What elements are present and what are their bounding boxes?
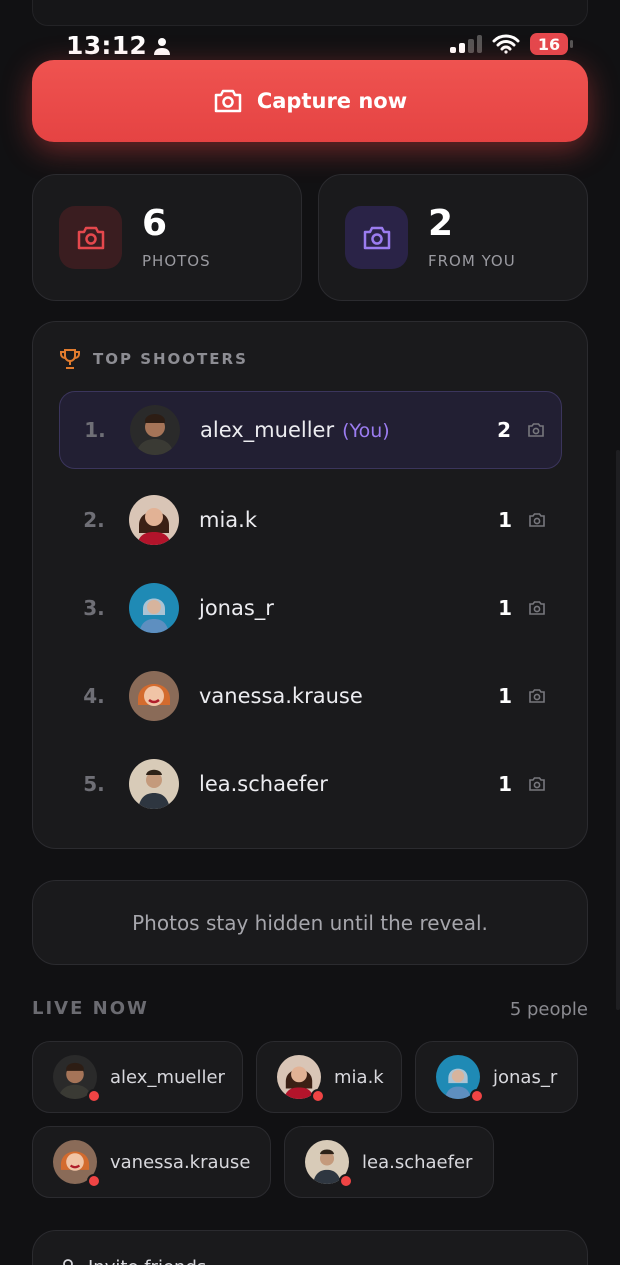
shooter-rank: 5. bbox=[83, 772, 105, 796]
from-you-stat-card: 2 FROM YOU bbox=[318, 174, 588, 301]
shooter-rank: 1. bbox=[84, 418, 106, 442]
shooter-row-vanessa-krause[interactable]: 4. vanessa.krause 1 bbox=[59, 657, 562, 735]
avatar bbox=[277, 1055, 325, 1103]
live-chip-name: vanessa.krause bbox=[110, 1151, 251, 1173]
live-chip-lea-schaefer[interactable]: lea.schaefer bbox=[284, 1126, 494, 1198]
shooter-row-jonas-r[interactable]: 3. jonas_r 1 bbox=[59, 569, 562, 647]
avatar bbox=[436, 1055, 484, 1103]
live-dot bbox=[87, 1174, 101, 1188]
avatar bbox=[53, 1055, 101, 1103]
camera-icon bbox=[527, 422, 545, 438]
avatar bbox=[129, 583, 179, 633]
photos-icon-tile bbox=[59, 206, 122, 269]
trophy-icon bbox=[60, 349, 80, 369]
live-dot bbox=[87, 1089, 101, 1103]
camera-icon bbox=[528, 776, 546, 792]
camera-icon bbox=[77, 226, 104, 249]
live-chip-jonas-r[interactable]: jonas_r bbox=[415, 1041, 578, 1113]
shooter-row-mia-k[interactable]: 2. mia.k 1 bbox=[59, 481, 562, 559]
avatar bbox=[129, 495, 179, 545]
shooter-row-lea-schaefer[interactable]: 5. lea.schaefer 1 bbox=[59, 745, 562, 823]
shooter-count: 1 bbox=[498, 508, 512, 532]
camera-icon bbox=[214, 89, 242, 113]
you-tag: (You) bbox=[342, 420, 390, 442]
signal-icon bbox=[450, 35, 482, 53]
shooter-name: lea.schaefer bbox=[199, 772, 328, 796]
shooter-name: jonas_r bbox=[199, 596, 274, 620]
status-time-label: 13:12 bbox=[66, 31, 148, 60]
live-now-count: 5 people bbox=[509, 999, 588, 1020]
live-chip-name: jonas_r bbox=[493, 1066, 558, 1088]
wifi-icon bbox=[492, 34, 520, 54]
avatar bbox=[130, 405, 180, 455]
shooter-name: alex_mueller bbox=[200, 418, 335, 442]
avatar bbox=[129, 759, 179, 809]
live-dot bbox=[470, 1089, 484, 1103]
avatar bbox=[305, 1140, 353, 1188]
photos-stat-card: 6 PHOTOS bbox=[32, 174, 302, 301]
battery-indicator: 16 bbox=[530, 33, 573, 55]
scrollbar[interactable] bbox=[616, 450, 620, 1010]
shooter-count: 1 bbox=[498, 772, 512, 796]
camera-icon bbox=[528, 688, 546, 704]
status-time: 13:12 bbox=[66, 31, 171, 60]
invite-friends-label: Invite friends bbox=[88, 1257, 206, 1265]
camera-icon bbox=[363, 226, 390, 249]
status-icons: 16 bbox=[450, 33, 573, 55]
camera-icon bbox=[528, 600, 546, 616]
shooter-row-alex-mueller[interactable]: 1. alex_mueller (You) 2 bbox=[59, 391, 562, 469]
live-chip-mia-k[interactable]: mia.k bbox=[256, 1041, 402, 1113]
live-chip-vanessa-krause[interactable]: vanessa.krause bbox=[32, 1126, 271, 1198]
from-you-count: 2 bbox=[428, 202, 454, 244]
reveal-note: Photos stay hidden until the reveal. bbox=[32, 880, 588, 965]
person-icon bbox=[154, 37, 171, 55]
battery-level: 16 bbox=[537, 34, 561, 54]
live-chip-name: lea.schaefer bbox=[362, 1151, 473, 1173]
top-shooters-header: TOP SHOOTERS bbox=[59, 348, 248, 370]
previous-card-edge bbox=[32, 0, 588, 26]
photos-label: PHOTOS bbox=[142, 251, 211, 270]
live-dot bbox=[311, 1089, 325, 1103]
shooter-rank: 2. bbox=[83, 508, 105, 532]
top-shooters-card: TOP SHOOTERS 1. alex_mueller (You) 2 2. m… bbox=[32, 321, 588, 849]
from-you-label: FROM YOU bbox=[428, 251, 516, 270]
shooter-rank: 3. bbox=[83, 596, 105, 620]
live-chip-alex-mueller[interactable]: alex_mueller bbox=[32, 1041, 243, 1113]
shooter-count: 1 bbox=[498, 596, 512, 620]
live-chip-name: alex_mueller bbox=[110, 1066, 225, 1088]
avatar bbox=[53, 1140, 101, 1188]
avatar bbox=[129, 671, 179, 721]
capture-now-button[interactable]: Capture now bbox=[32, 60, 588, 142]
shooter-rank: 4. bbox=[83, 684, 105, 708]
photos-count: 6 bbox=[142, 202, 168, 244]
shooter-name: mia.k bbox=[199, 508, 257, 532]
shooter-count: 1 bbox=[498, 684, 512, 708]
invite-friends-row[interactable]: Invite friends bbox=[60, 1257, 206, 1265]
person-add-icon bbox=[63, 1258, 73, 1265]
shooter-count: 2 bbox=[497, 418, 511, 442]
top-shooters-title: TOP SHOOTERS bbox=[93, 350, 248, 368]
live-dot bbox=[339, 1174, 353, 1188]
live-now-title: LIVE NOW bbox=[32, 998, 149, 1019]
live-chip-name: mia.k bbox=[334, 1066, 384, 1088]
shooter-name: vanessa.krause bbox=[199, 684, 363, 708]
camera-icon bbox=[528, 512, 546, 528]
capture-now-label: Capture now bbox=[256, 89, 408, 113]
from-you-icon-tile bbox=[345, 206, 408, 269]
